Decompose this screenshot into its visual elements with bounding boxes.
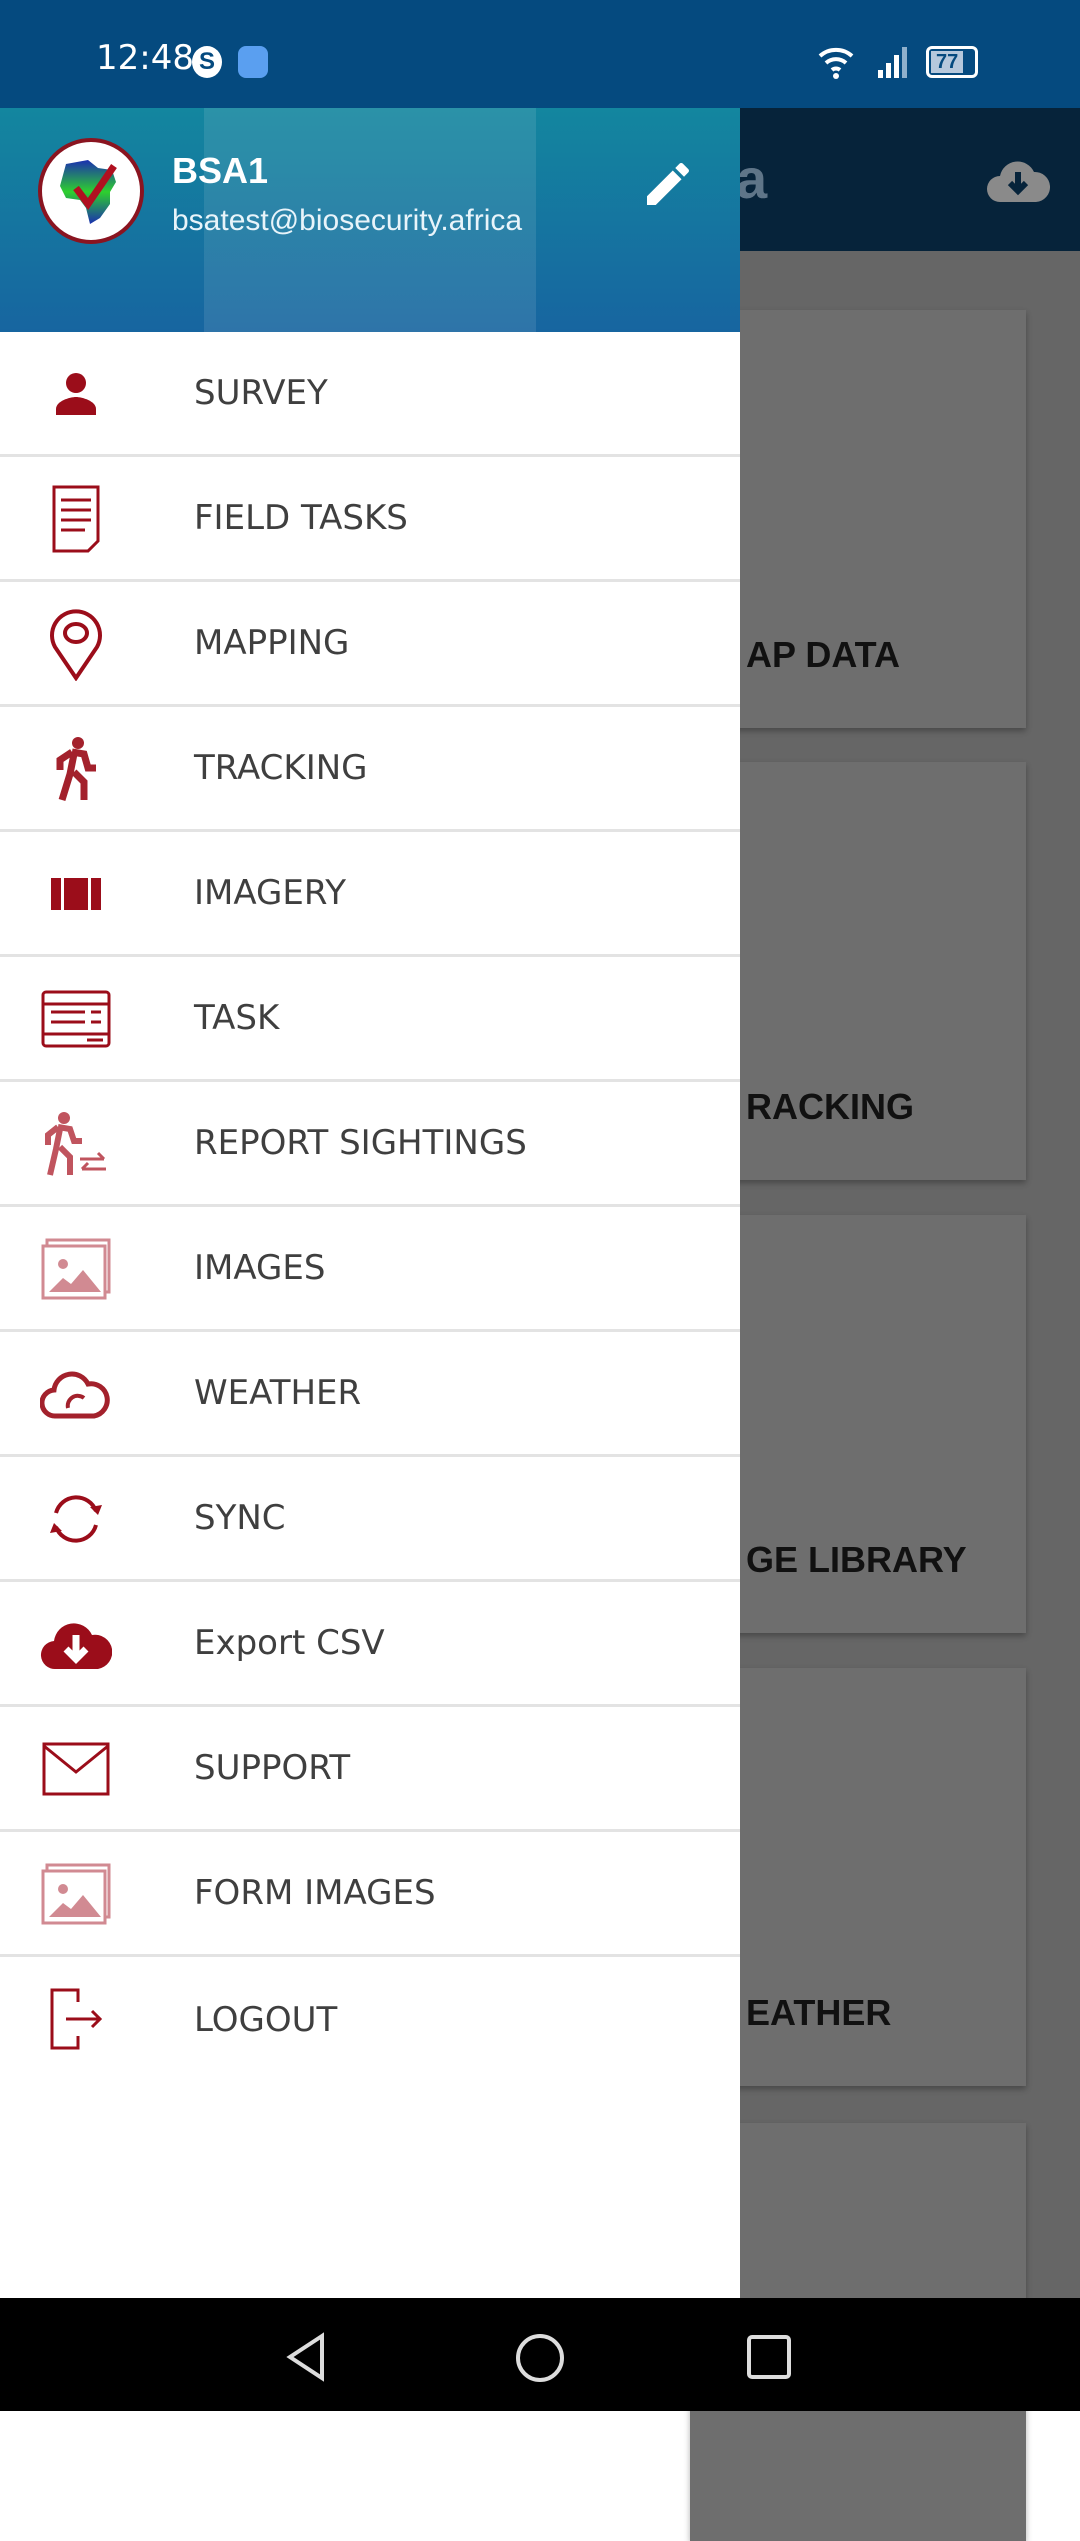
edit-pencil-icon[interactable] [640, 156, 696, 212]
menu-item-label: IMAGES [194, 1248, 326, 1288]
map-pin-icon [36, 609, 116, 681]
map-data-card-label: AP DATA [746, 634, 901, 675]
menu-item-label: IMAGERY [194, 873, 347, 913]
menu-item-export-csv[interactable]: Export CSV [0, 1582, 740, 1707]
system-nav-bar [0, 2298, 1080, 2411]
skype-icon: S [192, 46, 222, 78]
menu-item-tracking[interactable]: TRACKING [0, 707, 740, 832]
cloud-download-icon [36, 1610, 116, 1678]
menu-item-label: TRACKING [194, 748, 368, 788]
image-gallery-icon [36, 1860, 116, 1928]
mail-icon [238, 46, 268, 78]
navigation-drawer: BSA1 bsatest@biosecurity.africa SURVEY F… [0, 108, 740, 2298]
menu-item-label: WEATHER [194, 1373, 362, 1413]
weather-card-label: EATHER [746, 1992, 892, 2033]
walking-exchange-icon [36, 1110, 116, 1178]
menu-item-survey[interactable]: SURVEY [0, 332, 740, 457]
menu-item-field-tasks[interactable]: FIELD TASKS [0, 457, 740, 582]
recents-icon[interactable] [746, 2334, 792, 2380]
tracking-card-label: RACKING [746, 1086, 914, 1127]
menu-item-support[interactable]: SUPPORT [0, 1707, 740, 1832]
document-icon [36, 485, 116, 553]
drawer-header: BSA1 bsatest@biosecurity.africa [0, 108, 740, 332]
menu-item-weather[interactable]: WEATHER [0, 1332, 740, 1457]
user-email: bsatest@biosecurity.africa [172, 204, 523, 237]
walking-icon [36, 735, 116, 803]
status-time: 12:48 [96, 38, 194, 78]
signal-icon [878, 47, 907, 78]
app-title: a [736, 147, 768, 210]
back-icon[interactable] [282, 2332, 332, 2382]
user-name: BSA1 [172, 150, 269, 191]
menu-item-label: FIELD TASKS [194, 498, 408, 538]
avatar[interactable] [38, 138, 144, 244]
logout-icon [36, 1985, 116, 2053]
menu-item-label: FORM IMAGES [194, 1873, 436, 1913]
drawer-menu: SURVEY FIELD TASKS MAPPING TRACKING IMAG… [0, 332, 740, 2082]
menu-item-report-sightings[interactable]: REPORT SIGHTINGS [0, 1082, 740, 1207]
menu-item-logout[interactable]: LOGOUT [0, 1957, 740, 2082]
menu-item-label: LOGOUT [194, 1999, 338, 2040]
menu-item-sync[interactable]: SYNC [0, 1457, 740, 1582]
menu-item-label: REPORT SIGHTINGS [194, 1123, 527, 1163]
map-data-card[interactable]: AP DATA [690, 310, 1026, 728]
cloud-icon [36, 1360, 116, 1428]
menu-item-mapping[interactable]: MAPPING [0, 582, 740, 707]
menu-item-label: MAPPING [194, 623, 350, 663]
menu-item-label: SURVEY [194, 373, 328, 413]
person-icon [36, 360, 116, 428]
wifi-icon [818, 47, 854, 79]
menu-item-label: SYNC [194, 1498, 286, 1538]
menu-item-form-images[interactable]: FORM IMAGES [0, 1832, 740, 1957]
image-library-card-label: GE LIBRARY [746, 1539, 967, 1580]
tracking-card[interactable]: RACKING [690, 762, 1026, 1180]
menu-item-images[interactable]: IMAGES [0, 1207, 740, 1332]
envelope-icon [36, 1735, 116, 1803]
menu-item-label: Export CSV [194, 1623, 385, 1663]
home-icon[interactable] [514, 2332, 566, 2384]
menu-item-label: TASK [194, 998, 280, 1038]
image-library-card[interactable]: GE LIBRARY [690, 1215, 1026, 1633]
weather-card[interactable]: EATHER [690, 1668, 1026, 2086]
sync-icon [36, 1485, 116, 1553]
film-strip-icon [36, 860, 116, 928]
battery-icon: 77 [926, 46, 978, 78]
battery-level: 77 [931, 51, 964, 73]
menu-item-task[interactable]: TASK [0, 957, 740, 1082]
status-bar: 12:48 S 77 [0, 0, 1080, 108]
menu-item-label: SUPPORT [194, 1748, 351, 1788]
form-icon [36, 985, 116, 1053]
cloud-download-icon[interactable] [986, 158, 1050, 204]
menu-item-imagery[interactable]: IMAGERY [0, 832, 740, 957]
image-gallery-icon [36, 1235, 116, 1303]
